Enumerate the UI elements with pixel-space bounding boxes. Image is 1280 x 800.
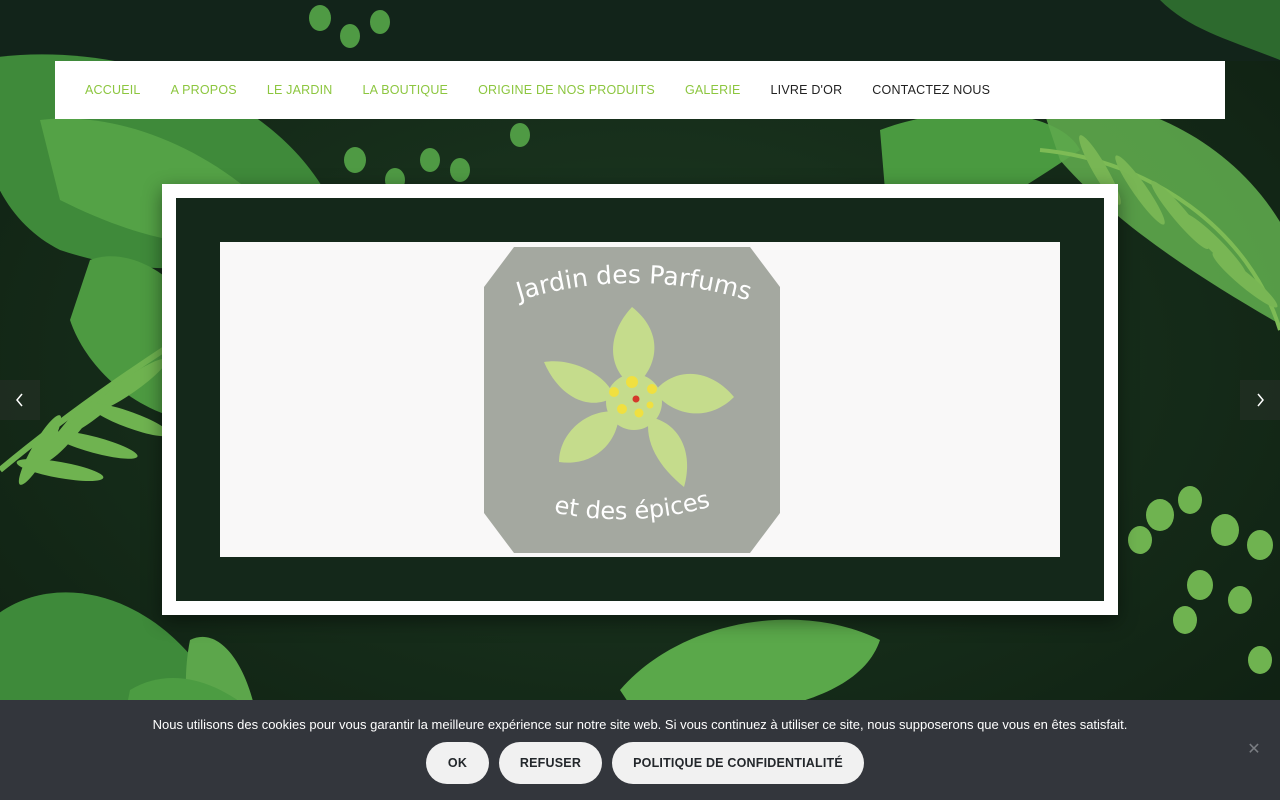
logo-panel: Jardin des Parfums et des épices [220,242,1060,557]
nav-item-accueil[interactable]: ACCUEIL [85,83,141,97]
main-navigation: ACCUEIL A PROPOS LE JARDIN LA BOUTIQUE ORIGI… [55,61,1225,119]
nav-item-la-boutique[interactable]: LA BOUTIQUE [363,83,449,97]
nav-item-a-propos[interactable]: A PROPOS [171,83,237,97]
logo-frame: Jardin des Parfums et des épices [162,184,1118,615]
cookie-ok-button[interactable]: OK [426,742,489,784]
nav-item-le-jardin[interactable]: LE JARDIN [267,83,333,97]
chevron-left-icon [16,393,23,407]
nav-item-livre-d-or[interactable]: LIVRE D'OR [771,83,843,97]
nav-item-contactez-nous[interactable]: CONTACTEZ NOUS [872,83,990,97]
cookie-refuse-button[interactable]: REFUSER [499,742,602,784]
privacy-policy-button[interactable]: POLITIQUE DE CONFIDENTIALITÉ [612,742,864,784]
slider-prev-button[interactable] [0,380,40,420]
nav-item-origine-de-nos-produits[interactable]: ORIGINE DE NOS PRODUITS [478,83,655,97]
nav-item-galerie[interactable]: GALERIE [685,83,741,97]
cookie-consent-banner: Nous utilisons des cookies pour vous gar… [0,700,1280,800]
jardin-des-parfums-logo: Jardin des Parfums et des épices [484,247,780,553]
close-icon[interactable]: ✕ [1246,742,1262,758]
slider-next-button[interactable] [1240,380,1280,420]
cookie-message: Nous utilisons des cookies pour vous gar… [152,717,1128,732]
chevron-right-icon [1257,393,1264,407]
